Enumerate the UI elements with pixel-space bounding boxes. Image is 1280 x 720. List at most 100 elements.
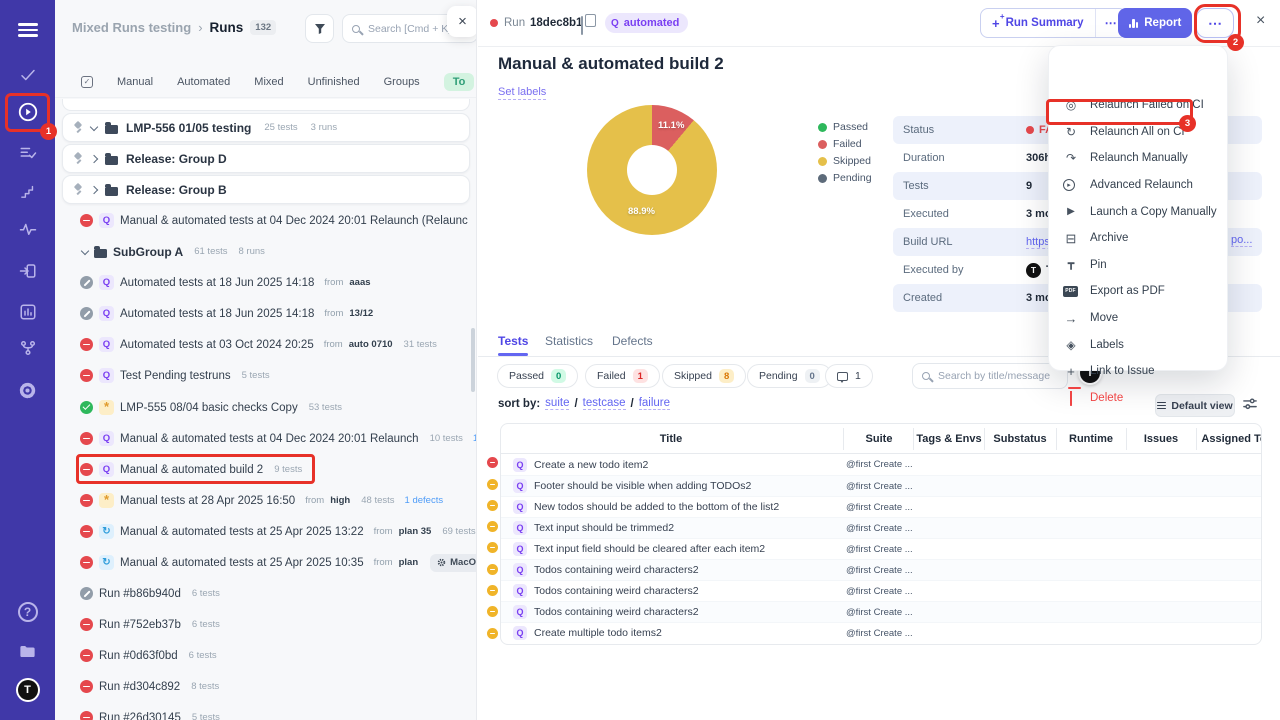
column-settings-button[interactable] <box>1243 397 1257 416</box>
sidebar-item-checks[interactable] <box>0 58 55 92</box>
run-list-item[interactable]: Run #752eb37b 6 tests <box>55 609 477 640</box>
menu-item-labels[interactable]: ◈ Labels <box>1049 331 1229 358</box>
menu-item-relaunch-manually[interactable]: ↷ Relaunch Manually <box>1049 145 1229 172</box>
filter-pill-failed[interactable]: Failed1 <box>585 364 660 388</box>
filter-pill-skipped[interactable]: Skipped8 <box>662 364 746 388</box>
run-list-item[interactable]: Q Manual & automated tests at 04 Dec 202… <box>55 423 477 454</box>
run-list-item[interactable]: ↻ Manual & automated tests at 25 Apr 202… <box>55 516 477 547</box>
group-row[interactable]: LMP-556 01/05 testing 25 tests 3 runs <box>62 113 470 142</box>
menu-toggle-button[interactable] <box>0 13 55 47</box>
column-header-issues[interactable]: Issues <box>1144 433 1178 445</box>
run-list-item[interactable]: Run #b86b940d 6 tests <box>55 578 477 609</box>
run-list-item[interactable]: Q Automated tests at 18 Jun 2025 14:18 f… <box>55 267 477 298</box>
filter-tab-unfinished[interactable]: Unfinished <box>308 76 360 88</box>
gear-icon <box>437 558 446 567</box>
menu-item-delete[interactable]: Delete <box>1049 385 1229 412</box>
group-row[interactable]: Release: Group D <box>62 144 470 173</box>
sidebar-item-settings[interactable] <box>0 373 55 407</box>
table-row[interactable]: Q Text input field should be cleared aft… <box>501 538 1262 559</box>
column-header-substatus[interactable]: Substatus <box>993 433 1046 445</box>
chevron-down-icon[interactable] <box>81 246 89 254</box>
chevron-right-icon[interactable] <box>90 185 98 193</box>
table-row[interactable]: Q Text input should be trimmed2@first Cr… <box>501 517 1262 538</box>
group-row[interactable]: Release: Group B <box>62 175 470 204</box>
run-list-item[interactable]: Run #26d30145 5 tests <box>55 702 477 720</box>
panel-close-button[interactable]: × <box>447 6 477 37</box>
run-list-item[interactable]: Run #0d63f0bd 6 tests <box>55 640 477 671</box>
filter-pill-pending[interactable]: Pending0 <box>747 364 832 388</box>
copy-icon[interactable] <box>581 16 583 35</box>
run-summary-button[interactable]: ++ Run Summary ⋯ <box>980 8 1127 38</box>
run-list-item[interactable]: * LMP-555 08/04 basic checks Copy 53 tes… <box>55 392 477 423</box>
run-list-item[interactable]: Q Automated tests at 18 Jun 2025 14:18 f… <box>55 298 477 329</box>
filter-tab-today[interactable]: To <box>444 73 475 91</box>
subgroup-row[interactable]: SubGroup A 61 tests 8 runs <box>55 236 477 267</box>
sort-by-suite-link[interactable]: suite <box>545 397 569 410</box>
table-row[interactable]: Q Todos containing weird characters2@fir… <box>501 559 1262 580</box>
menu-item-move[interactable]: → Move <box>1049 305 1229 332</box>
filter-tab-mixed[interactable]: Mixed <box>254 76 283 88</box>
automated-run-icon: Q <box>99 306 114 321</box>
build-url-tail-link[interactable]: po... <box>1231 234 1252 247</box>
filter-tab-groups[interactable]: Groups <box>384 76 420 88</box>
tab-defects[interactable]: Defects <box>612 334 653 348</box>
run-list-item[interactable]: Q Automated tests at 03 Oct 2024 20:25 f… <box>55 329 477 360</box>
menu-item-advanced-relaunch[interactable]: ▸ Advanced Relaunch <box>1049 172 1229 199</box>
run-list-item[interactable]: Q Manual & automated tests at 04 Dec 202… <box>55 205 477 236</box>
sort-by-failure-link[interactable]: failure <box>639 397 670 410</box>
filter-tab-automated[interactable]: Automated <box>177 76 230 88</box>
column-header-suite[interactable]: Suite <box>866 433 893 445</box>
column-header-assigned[interactable]: Assigned To <box>1201 433 1262 445</box>
sidebar-item-help[interactable]: ? <box>0 595 55 629</box>
chevron-down-icon[interactable] <box>90 122 98 130</box>
sidebar-item-branches[interactable] <box>0 331 55 365</box>
run-list-item[interactable]: * Manual tests at 28 Apr 2025 16:50 from… <box>55 485 477 516</box>
tab-statistics[interactable]: Statistics <box>545 334 593 348</box>
sort-by-testcase-link[interactable]: testcase <box>583 397 626 410</box>
tab-tests[interactable]: Tests <box>498 334 528 348</box>
menu-item-launch-copy[interactable]: ▶ Launch a Copy Manually <box>1049 198 1229 225</box>
menu-item-pin[interactable]: ┳ Pin <box>1049 252 1229 279</box>
report-button[interactable]: Report <box>1118 8 1192 38</box>
detail-close-button[interactable]: × <box>1256 12 1265 30</box>
column-header-runtime[interactable]: Runtime <box>1069 433 1113 445</box>
breadcrumb-project[interactable]: Mixed Runs testing <box>72 20 191 35</box>
table-row[interactable]: Q Todos containing weird characters2@fir… <box>501 601 1262 622</box>
table-row[interactable]: Q Create multiple todo items2@first Crea… <box>501 622 1262 643</box>
list-check-icon <box>19 144 37 162</box>
menu-item-export-pdf[interactable]: PDF Export as PDF <box>1049 278 1229 305</box>
tests-search-input[interactable] <box>936 369 1058 383</box>
filter-tab-manual[interactable]: Manual <box>117 76 153 88</box>
table-row[interactable]: Q Todos containing weird characters2@fir… <box>501 580 1262 601</box>
tests-table: Title Suite Tags & Envs Substatus Runtim… <box>500 423 1262 645</box>
run-list-item[interactable]: Q Test Pending testruns 5 tests <box>55 360 477 391</box>
menu-item-archive[interactable]: ⊟ Archive <box>1049 225 1229 252</box>
filter-pill-passed[interactable]: Passed0 <box>497 364 578 388</box>
filter-pill-comments[interactable]: 1 <box>825 364 873 388</box>
sidebar-item-import[interactable] <box>0 254 55 288</box>
filter-button[interactable] <box>305 14 334 43</box>
close-icon: × <box>1256 12 1265 29</box>
sidebar-item-milestones[interactable] <box>0 174 55 208</box>
sidebar-item-test-plans[interactable] <box>0 136 55 170</box>
automated-badge[interactable]: Q automated <box>605 13 688 33</box>
table-row[interactable]: Q Footer should be visible when adding T… <box>501 475 1262 496</box>
column-header-tags[interactable]: Tags & Envs <box>916 433 981 445</box>
chevron-right-icon[interactable] <box>90 154 98 162</box>
workspace-logo[interactable]: T <box>0 673 55 707</box>
sidebar-item-projects[interactable] <box>0 634 55 668</box>
table-row[interactable]: Q New todos should be added to the botto… <box>501 496 1262 517</box>
automated-run-icon: Q <box>99 275 114 290</box>
run-list-item[interactable]: ↻ Manual & automated tests at 25 Apr 202… <box>55 547 477 578</box>
sidebar-item-pulse[interactable] <box>0 212 55 246</box>
table-row[interactable]: Q Create a new todo item2@first Create .… <box>501 454 1262 475</box>
sidebar-item-analytics[interactable] <box>0 295 55 329</box>
automated-run-icon: Q <box>99 368 114 383</box>
select-all-icon[interactable]: ✓ <box>81 76 93 88</box>
menu-item-link-to-issue[interactable]: + Link to Issue <box>1049 358 1229 385</box>
run-list-item[interactable]: Run #d304c892 8 tests <box>55 671 477 702</box>
set-labels-link[interactable]: Set labels <box>498 86 546 100</box>
annotation-box-4 <box>76 454 315 484</box>
column-header-title[interactable]: Title <box>660 433 682 445</box>
scrollbar[interactable] <box>471 328 475 392</box>
